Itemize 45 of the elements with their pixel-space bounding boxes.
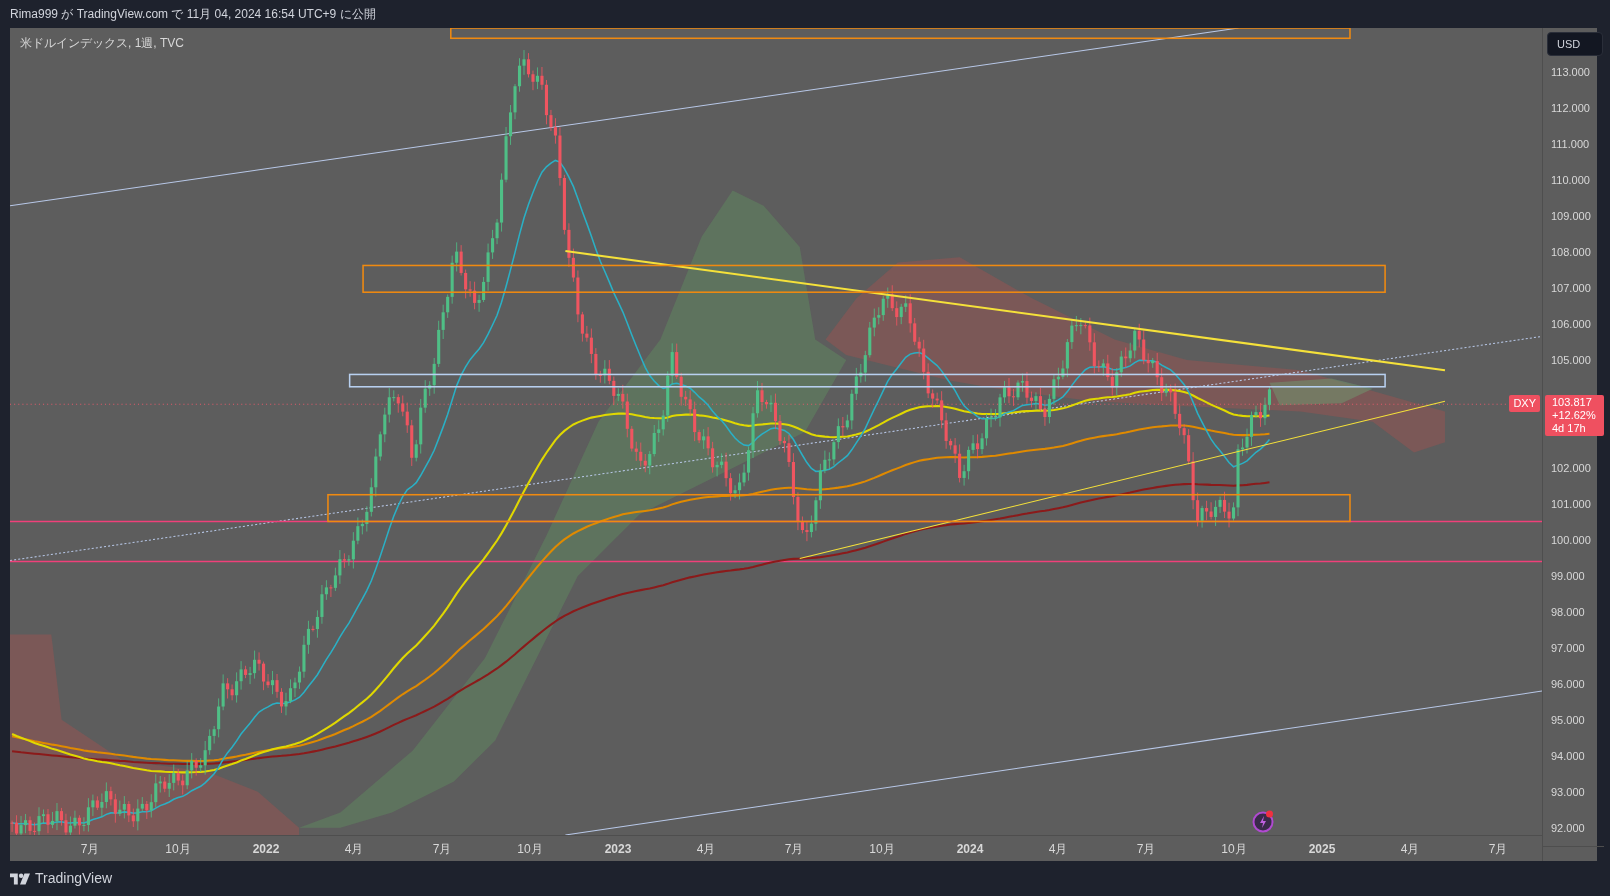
price-tag: 103.817 +12.62% 4d 17h [1545,395,1604,436]
chart-legend: 米ドルインデックス, 1週, TVC [20,34,184,52]
time-axis-label: 7月 [431,840,453,858]
time-axis-label: 4月 [1399,840,1421,858]
lightning-icon[interactable] [1251,809,1275,833]
price-axis-label: 110.000 [1550,172,1591,188]
time-axis-label: 7月 [783,840,805,858]
price-axis-label: 94.000 [1550,748,1586,764]
price-axis-label: 99.000 [1550,568,1586,584]
logo-icon [10,872,30,885]
price-axis-label: 92.000 [1550,820,1586,836]
time-axis-label: 7月 [1135,840,1157,858]
price-axis-label: 101.000 [1550,496,1592,512]
price-axis-label: 108.000 [1550,244,1592,260]
price-axis-label: 105.000 [1550,352,1592,368]
price-axis-label: 93.000 [1550,784,1586,800]
price-axis-label: 111.000 [1550,136,1591,152]
time-axis-label: 10月 [868,840,896,858]
logo-text: TradingView [35,869,113,888]
price-axis-label: 109.000 [1550,208,1592,224]
price-axis-label: 98.000 [1550,604,1586,620]
time-axis-label: 7月 [1487,840,1509,858]
price-axis-label: 106.000 [1550,316,1592,332]
price-axis-label: 96.000 [1550,676,1586,692]
price-axis-label: 100.000 [1550,532,1592,548]
time-axis-label: 4月 [343,840,365,858]
time-axis-label: 10月 [164,840,192,858]
price-axis-label: 113.000 [1550,64,1591,80]
time-axis-label: 2024 [955,840,985,858]
publish-info: Rima999 が TradingView.com で 11月 04, 2024 16:54 UTC+9 に公開 [10,6,376,23]
price-axis-label: 107.000 [1550,280,1592,296]
time-axis-label: 4月 [695,840,717,858]
price-axis-label: 95.000 [1550,712,1586,728]
price-axis-label: 112.000 [1550,100,1591,116]
time-axis-label: 2023 [603,840,633,858]
time-axis-label: 7月 [79,840,101,858]
currency-button[interactable]: USD [1547,32,1603,56]
symbol-tag: DXY [1509,395,1540,412]
price-axis-label: 97.000 [1550,640,1586,656]
time-axis-label: 4月 [1047,840,1069,858]
price-axis-label: 102.000 [1550,460,1592,476]
time-axis-label: 2022 [251,840,281,858]
time-axis-label: 10月 [1220,840,1248,858]
time-axis-label: 10月 [516,840,544,858]
time-axis-label: 2025 [1307,840,1337,858]
